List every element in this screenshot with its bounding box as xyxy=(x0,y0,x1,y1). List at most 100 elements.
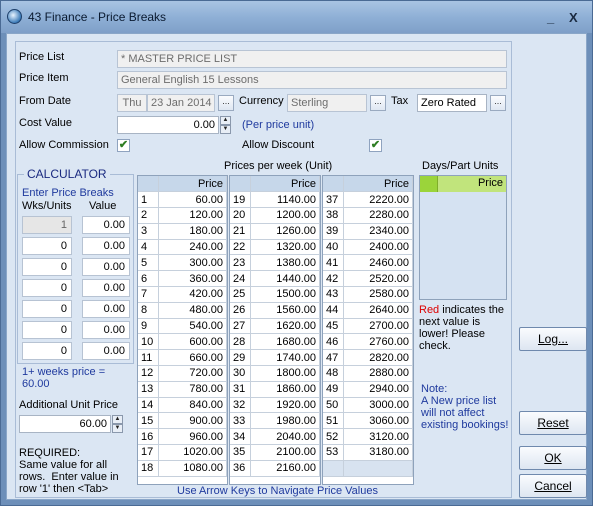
table-row[interactable]: 31 1860.00 xyxy=(230,381,320,398)
price-cell[interactable]: 960.00 xyxy=(158,428,227,446)
days-part-grid[interactable]: Price xyxy=(419,175,507,300)
table-row[interactable]: 25 1500.00 xyxy=(230,286,320,303)
close-button[interactable]: X xyxy=(569,10,578,25)
table-row[interactable]: 43 2580.00 xyxy=(323,286,413,303)
log-button[interactable]: Log... xyxy=(519,327,587,351)
table-row[interactable]: 1 60.00 xyxy=(138,191,227,209)
price-cell[interactable]: 3120.00 xyxy=(343,428,413,446)
table-row[interactable]: 14 840.00 xyxy=(138,397,227,414)
table-row[interactable]: 36 2160.00 xyxy=(230,460,320,477)
price-grid-2[interactable]: Price 19 1140.00 20 1200.00 21 1260.00 22 1320.0… xyxy=(229,175,321,485)
price-cell[interactable]: 2400.00 xyxy=(343,239,413,256)
price-cell[interactable]: 840.00 xyxy=(158,397,227,414)
calc-wks-cell[interactable]: 0 xyxy=(22,321,72,339)
calc-value-cell[interactable]: 0.00 xyxy=(82,216,130,234)
table-row[interactable]: 17 1020.00 xyxy=(138,444,227,461)
calc-value-cell[interactable]: 0.00 xyxy=(82,279,130,297)
date-picker-button[interactable]: ... xyxy=(218,95,234,111)
price-cell[interactable]: 1140.00 xyxy=(250,191,320,209)
price-cell[interactable]: 1500.00 xyxy=(250,286,320,303)
table-row[interactable]: 52 3120.00 xyxy=(323,428,413,446)
price-cell[interactable]: 1020.00 xyxy=(158,444,227,461)
calc-value-cell[interactable]: 0.00 xyxy=(82,342,130,360)
table-row[interactable]: 53 3180.00 xyxy=(323,444,413,461)
table-row[interactable]: 49 2940.00 xyxy=(323,381,413,398)
table-row[interactable]: 12 720.00 xyxy=(138,365,227,382)
calc-wks-cell[interactable]: 0 xyxy=(22,279,72,297)
calc-value-cell[interactable]: 0.00 xyxy=(82,237,130,255)
title-bar[interactable]: 43 Finance - Price Breaks _ X xyxy=(1,1,592,33)
price-cell[interactable]: 720.00 xyxy=(158,365,227,382)
price-cell[interactable]: 480.00 xyxy=(158,302,227,319)
price-cell[interactable]: 2460.00 xyxy=(343,254,413,272)
price-cell[interactable]: 2160.00 xyxy=(250,460,320,477)
price-cell[interactable]: 120.00 xyxy=(158,207,227,224)
price-cell[interactable]: 2100.00 xyxy=(250,444,320,461)
price-cell[interactable]: 780.00 xyxy=(158,381,227,398)
table-row[interactable]: 3 180.00 xyxy=(138,223,227,240)
table-row[interactable]: 8 480.00 xyxy=(138,302,227,319)
currency-field[interactable]: Sterling xyxy=(287,94,367,112)
price-cell[interactable]: 360.00 xyxy=(158,270,227,288)
price-item-field[interactable]: General English 15 Lessons xyxy=(117,71,507,89)
table-row[interactable]: 32 1920.00 xyxy=(230,397,320,414)
price-cell[interactable]: 1740.00 xyxy=(250,349,320,367)
price-cell[interactable]: 900.00 xyxy=(158,412,227,430)
minimize-button[interactable]: _ xyxy=(547,10,554,25)
price-cell[interactable]: 1980.00 xyxy=(250,412,320,430)
allow-commission-checkbox[interactable]: ✔ xyxy=(117,139,130,152)
calc-wks-cell[interactable]: 1 xyxy=(22,216,72,234)
price-cell[interactable]: 1320.00 xyxy=(250,239,320,256)
table-row[interactable]: 45 2700.00 xyxy=(323,318,413,335)
price-cell[interactable]: 1440.00 xyxy=(250,270,320,288)
table-row[interactable]: 39 2340.00 xyxy=(323,223,413,240)
cost-value-stepper[interactable]: ▲ ▼ xyxy=(220,116,231,134)
table-row[interactable]: 33 1980.00 xyxy=(230,412,320,430)
price-cell[interactable]: 1620.00 xyxy=(250,318,320,335)
calc-wks-cell[interactable]: 0 xyxy=(22,258,72,276)
price-cell[interactable]: 1860.00 xyxy=(250,381,320,398)
price-cell[interactable]: 1560.00 xyxy=(250,302,320,319)
price-cell[interactable]: 300.00 xyxy=(158,254,227,272)
table-row[interactable]: 40 2400.00 xyxy=(323,239,413,256)
table-row[interactable]: 24 1440.00 xyxy=(230,270,320,288)
table-row[interactable]: 11 660.00 xyxy=(138,349,227,367)
table-row[interactable]: 6 360.00 xyxy=(138,270,227,288)
price-cell[interactable]: 1380.00 xyxy=(250,254,320,272)
table-row[interactable]: 7 420.00 xyxy=(138,286,227,303)
calc-wks-cell[interactable]: 0 xyxy=(22,342,72,360)
price-cell[interactable]: 1200.00 xyxy=(250,207,320,224)
price-cell[interactable]: 2640.00 xyxy=(343,302,413,319)
price-cell[interactable]: 3180.00 xyxy=(343,444,413,461)
price-cell[interactable]: 60.00 xyxy=(158,191,227,209)
price-cell[interactable]: 1080.00 xyxy=(158,460,227,477)
table-row[interactable]: 19 1140.00 xyxy=(230,191,320,209)
table-row[interactable]: 13 780.00 xyxy=(138,381,227,398)
table-row[interactable]: 26 1560.00 xyxy=(230,302,320,319)
spin-up-icon[interactable]: ▲ xyxy=(220,116,231,125)
price-cell[interactable]: 660.00 xyxy=(158,349,227,367)
table-row[interactable]: 5 300.00 xyxy=(138,254,227,272)
table-row[interactable]: 18 1080.00 xyxy=(138,460,227,477)
table-row[interactable]: 38 2280.00 xyxy=(323,207,413,224)
table-row[interactable]: 29 1740.00 xyxy=(230,349,320,367)
table-row[interactable]: 20 1200.00 xyxy=(230,207,320,224)
additional-unit-stepper[interactable]: ▲ ▼ xyxy=(112,415,123,433)
currency-picker-button[interactable]: ... xyxy=(370,95,386,111)
price-cell[interactable]: 1680.00 xyxy=(250,333,320,351)
additional-unit-input[interactable]: 60.00 xyxy=(19,415,111,433)
table-row[interactable]: 42 2520.00 xyxy=(323,270,413,288)
price-cell[interactable]: 3000.00 xyxy=(343,397,413,414)
table-row[interactable]: 15 900.00 xyxy=(138,412,227,430)
table-row[interactable]: 51 3060.00 xyxy=(323,412,413,430)
reset-button[interactable]: Reset xyxy=(519,411,587,435)
price-cell[interactable]: 2880.00 xyxy=(343,365,413,382)
cost-value-input[interactable]: 0.00 xyxy=(117,116,219,134)
table-row[interactable]: 35 2100.00 xyxy=(230,444,320,461)
spin-down-icon[interactable]: ▼ xyxy=(220,125,231,134)
table-row[interactable]: 21 1260.00 xyxy=(230,223,320,240)
calc-wks-cell[interactable]: 0 xyxy=(22,237,72,255)
table-row[interactable]: 23 1380.00 xyxy=(230,254,320,272)
price-cell[interactable]: 1800.00 xyxy=(250,365,320,382)
cancel-button[interactable]: Cancel xyxy=(519,474,587,498)
